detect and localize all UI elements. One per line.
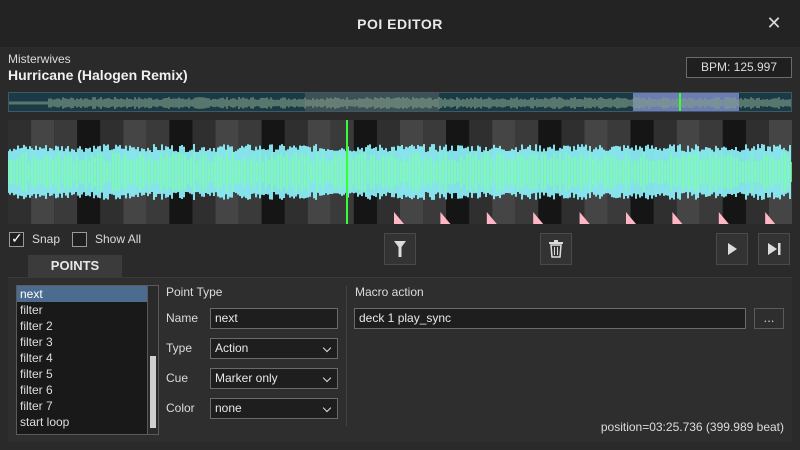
delete-button[interactable] [540, 233, 572, 265]
track-artist: Misterwives [8, 52, 71, 66]
show-all-label: Show All [95, 232, 142, 246]
list-item[interactable]: filter [17, 302, 158, 318]
waveform-overview[interactable] [8, 92, 792, 112]
type-label: Type [166, 341, 193, 355]
waveform-zoom[interactable] [8, 120, 792, 224]
overview-cursor [679, 93, 681, 111]
snap-checkbox[interactable] [9, 230, 24, 247]
next-point-button[interactable] [758, 233, 790, 265]
editor-body: Misterwives Hurricane (Halogen Remix) BP… [0, 48, 800, 450]
color-select[interactable]: none [210, 398, 338, 419]
list-item[interactable]: filter 4 [17, 350, 158, 366]
scrollbar-thumb[interactable] [150, 356, 156, 428]
window-title: POI EDITOR [357, 16, 443, 32]
macro-heading: Macro action [355, 285, 424, 299]
list-item[interactable]: filter 7 [17, 398, 158, 414]
playhead-cursor [346, 120, 348, 224]
cue-label: Cue [166, 371, 189, 385]
filter-button[interactable] [384, 233, 416, 265]
panel-divider [346, 286, 347, 426]
cue-select[interactable]: Marker only [210, 368, 338, 389]
points-list[interactable]: next filter filter 2 filter 3 filter 4 f… [16, 285, 159, 435]
title-bar: POI EDITOR ✕ [0, 0, 800, 48]
play-button[interactable] [716, 233, 748, 265]
name-input[interactable]: next [210, 308, 338, 329]
zoomed-waveform [8, 120, 792, 224]
filter-icon [394, 241, 406, 257]
trash-icon [549, 240, 563, 258]
points-panel: next filter filter 2 filter 3 filter 4 f… [8, 277, 792, 442]
point-type-heading: Point Type [166, 285, 223, 299]
name-label: Name [166, 311, 199, 325]
track-title: Hurricane (Halogen Remix) [8, 67, 188, 83]
list-item[interactable]: next [17, 286, 158, 302]
close-icon[interactable]: ✕ [764, 13, 784, 33]
tab-points[interactable]: POINTS [28, 255, 122, 277]
color-label: Color [166, 401, 195, 415]
list-item[interactable]: filter 2 [17, 318, 158, 334]
position-readout: position=03:25.736 (399.989 beat) [600, 420, 784, 434]
list-item[interactable]: filter 5 [17, 366, 158, 382]
macro-browse-button[interactable]: ... [754, 308, 784, 329]
list-item[interactable]: filter 3 [17, 334, 158, 350]
type-select[interactable]: Action [210, 338, 338, 359]
list-scrollbar[interactable] [147, 285, 159, 435]
list-item[interactable]: start loop [17, 414, 158, 430]
snap-label: Snap [32, 232, 61, 246]
list-item[interactable]: filter 6 [17, 382, 158, 398]
show-all-checkbox[interactable] [72, 232, 87, 247]
macro-input[interactable]: deck 1 play_sync [354, 308, 746, 329]
play-icon [728, 243, 737, 255]
skip-next-icon [768, 243, 781, 255]
bpm-display: BPM: 125.997 [686, 57, 792, 78]
overview-waveform [9, 93, 791, 111]
